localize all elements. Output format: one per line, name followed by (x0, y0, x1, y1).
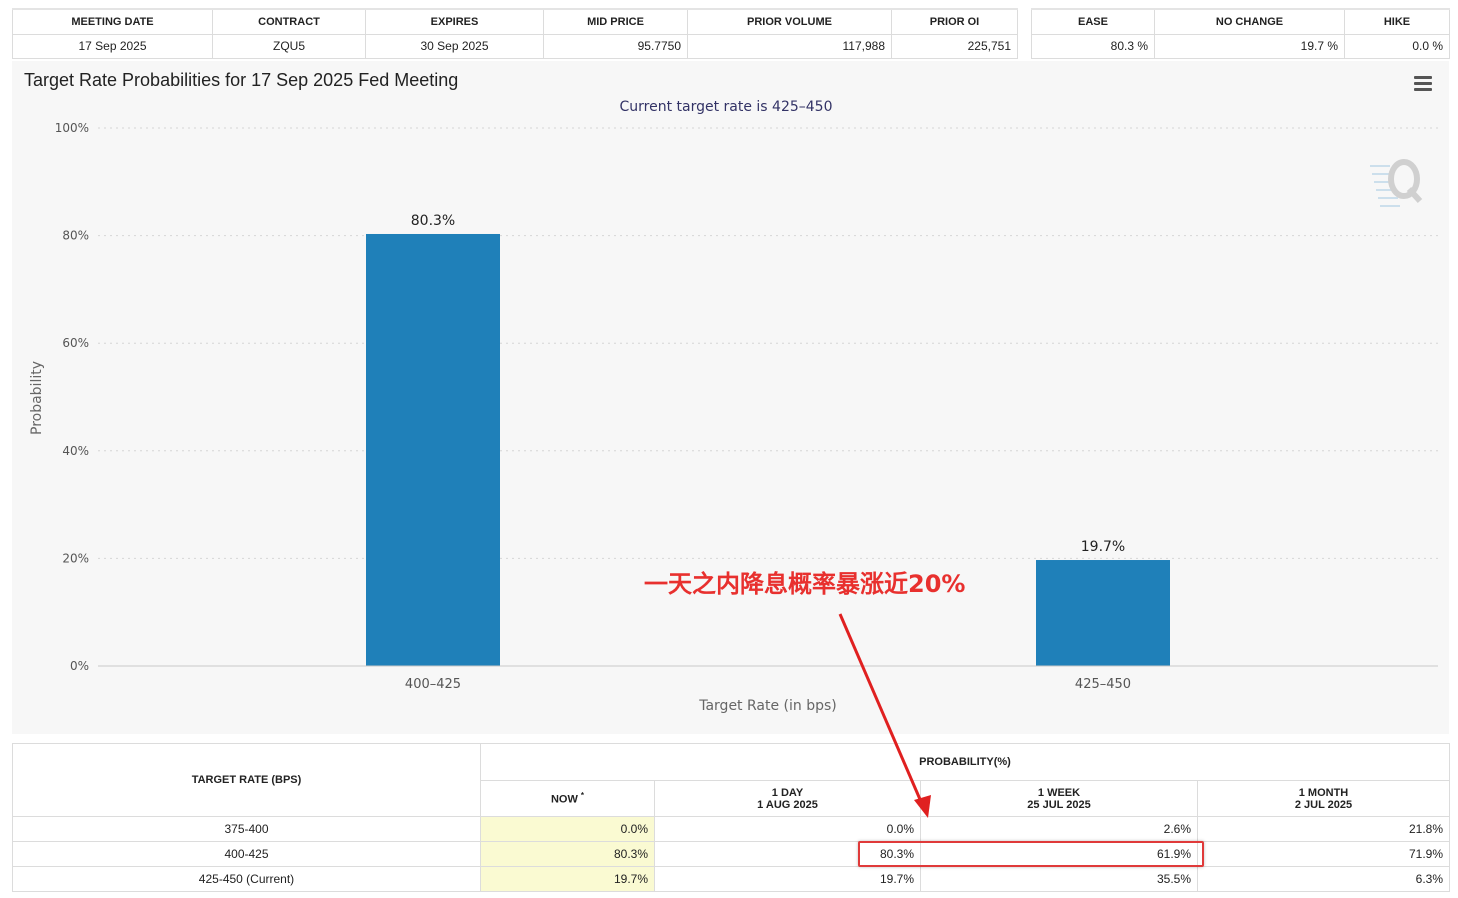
target-rate-probability-table: TARGET RATE (BPS) PROBABILITY(%) NOW * 1… (12, 743, 1450, 892)
prior-volume-value: 117,988 (687, 33, 892, 59)
x-tick-label: 400–425 (405, 677, 461, 692)
y-axis-title: Probability (29, 361, 45, 435)
y-tick-label: 0% (70, 659, 89, 673)
mid-price-value: 95.7750 (543, 33, 688, 59)
bars (366, 233, 1170, 666)
x-axis-title: Target Rate (in bps) (698, 698, 837, 714)
col-group-probability: PROBABILITY(%) (480, 743, 1450, 781)
rate-cell: 425-450 (Current) (12, 866, 481, 892)
meeting-date-value: 17 Sep 2025 (12, 33, 213, 59)
y-tick-label: 40% (62, 444, 89, 458)
data-labels: 80.3% 19.7% (411, 213, 1125, 555)
expires-value: 30 Sep 2025 (365, 33, 544, 59)
col-prior-volume: PRIOR VOLUME (687, 8, 892, 35)
col-1-week: 1 WEEK 25 JUL 2025 (920, 780, 1198, 817)
col-now: NOW * (480, 780, 655, 817)
chart-subtitle: Current target rate is 425–450 (619, 99, 832, 115)
month-cell: 6.3% (1197, 866, 1450, 892)
week-cell: 2.6% (920, 816, 1198, 842)
col-no-change: NO CHANGE (1154, 8, 1345, 35)
rate-cell: 375-400 (12, 816, 481, 842)
data-label: 80.3% (411, 213, 455, 229)
meeting-info-table: MEETING DATE CONTRACT EXPIRES MID PRICE … (12, 8, 1018, 59)
table-row: 400-425 80.3% 80.3% 61.9% 71.9% (12, 841, 1450, 867)
ease-value: 80.3 % (1031, 33, 1155, 59)
bar-425–450[interactable] (1036, 560, 1170, 666)
week-cell: 35.5% (920, 866, 1198, 892)
table-row: 375-400 0.0% 0.0% 2.6% 21.8% (12, 816, 1450, 842)
y-tick-label: 20% (62, 551, 89, 565)
now-cell: 80.3% (480, 841, 655, 867)
probability-summary-table: EASE NO CHANGE HIKE 80.3 % 19.7 % 0.0 % (1031, 8, 1450, 59)
col-mid-price: MID PRICE (543, 8, 688, 35)
col-target-rate: TARGET RATE (BPS) (12, 743, 481, 817)
month-cell: 71.9% (1197, 841, 1450, 867)
y-tick-labels: 0% 20% 40% 60% 80% 100% (55, 121, 89, 673)
highlight-box (858, 841, 1204, 867)
now-cell: 0.0% (480, 816, 655, 842)
data-label: 19.7% (1081, 539, 1125, 555)
bar-chart: 0% 20% 40% 60% 80% 100% 400–425 425–450 80.3% 1… (29, 99, 1438, 714)
q-logo-icon (1370, 159, 1423, 207)
col-meeting-date: MEETING DATE (12, 8, 213, 35)
day-cell: 19.7% (654, 866, 921, 892)
col-expires: EXPIRES (365, 8, 544, 35)
table-row: 17 Sep 2025 ZQU5 30 Sep 2025 95.7750 117… (12, 33, 1018, 59)
y-tick-label: 60% (62, 336, 89, 350)
y-tick-label: 100% (55, 121, 89, 135)
col-1-month: 1 MONTH 2 JUL 2025 (1197, 780, 1450, 817)
table-row: 80.3 % 19.7 % 0.0 % (1031, 33, 1450, 59)
col-prior-oi: PRIOR OI (891, 8, 1018, 35)
annotation-text: 一天之内降息概率暴涨近20% (644, 570, 966, 598)
col-ease: EASE (1031, 8, 1155, 35)
col-hike: HIKE (1344, 8, 1450, 35)
grid-lines (98, 127, 1438, 559)
no-change-value: 19.7 % (1154, 33, 1345, 59)
day-cell: 0.0% (654, 816, 921, 842)
table-row: 425-450 (Current) 19.7% 19.7% 35.5% 6.3% (12, 866, 1450, 892)
x-tick-label: 425–450 (1075, 677, 1131, 692)
now-cell: 19.7% (480, 866, 655, 892)
col-1-day: 1 DAY 1 AUG 2025 (654, 780, 921, 817)
col-contract: CONTRACT (212, 8, 366, 35)
chart-panel: 0% 20% 40% 60% 80% 100% 400–425 425–450 80.3% 1… (12, 61, 1449, 734)
contract-value: ZQU5 (212, 33, 366, 59)
chart-title: Target Rate Probabilities for 17 Sep 202… (24, 70, 459, 90)
prior-oi-value: 225,751 (891, 33, 1018, 59)
y-tick-label: 80% (62, 229, 89, 243)
bar-400–425[interactable] (366, 233, 500, 666)
month-cell: 21.8% (1197, 816, 1450, 842)
hamburger-menu-icon[interactable] (1414, 76, 1432, 92)
hike-value: 0.0 % (1344, 33, 1450, 59)
rate-cell: 400-425 (12, 841, 481, 867)
x-tick-labels: 400–425 425–450 (405, 677, 1131, 692)
